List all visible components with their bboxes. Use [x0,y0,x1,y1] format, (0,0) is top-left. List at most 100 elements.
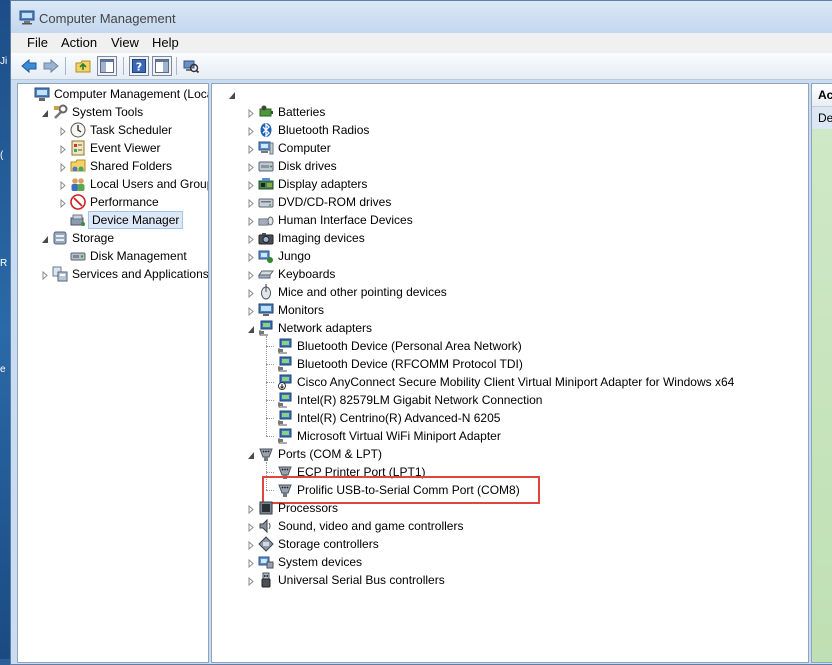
console-tree-item[interactable]: Computer Management (Local [18,85,208,103]
device-tree-item-label: Batteries [278,105,326,119]
console-tree-item[interactable]: Local Users and Groups [18,175,208,193]
device-tree-item[interactable]: Monitors [212,301,808,319]
actions-row-label: De [818,111,832,125]
console-tree-item-label: Event Viewer [90,141,161,155]
expand-arrow-icon[interactable] [247,539,255,551]
help-button[interactable]: ? [129,56,149,76]
console-tree-item[interactable]: Services and Applications [18,265,208,283]
collapse-arrow-icon[interactable] [228,89,236,99]
menu-action[interactable]: Action [59,35,99,50]
expand-arrow-icon[interactable] [59,197,67,209]
device-tree-item[interactable]: Universal Serial Bus controllers [212,571,808,589]
device-tree-item[interactable]: Intel(R) 82579LM Gigabit Network Connect… [212,391,808,409]
menu-view[interactable]: View [109,35,141,50]
collapse-arrow-icon[interactable] [247,449,255,459]
console-tree-item[interactable]: Task Scheduler [18,121,208,139]
console-tree-item[interactable]: Disk Management [18,247,208,265]
device-tree-item[interactable]: Cisco AnyConnect Secure Mobility Client … [212,373,808,391]
device-tree-item-label: Cisco AnyConnect Secure Mobility Client … [297,375,735,389]
device-tree-item[interactable]: Jungo [212,247,808,265]
expand-arrow-icon[interactable] [247,521,255,533]
show-hide-action-pane-button[interactable] [152,56,172,76]
up-one-level-button[interactable] [73,56,93,76]
scan-for-hardware-changes-button[interactable] [181,56,201,76]
expand-arrow-icon[interactable] [247,197,255,209]
expand-arrow-icon[interactable] [247,269,255,281]
console-tree-item[interactable]: System Tools [18,103,208,121]
expand-arrow-icon[interactable] [247,287,255,299]
expand-arrow-icon[interactable] [59,143,67,155]
console-tree-pane[interactable]: Computer Management (Local System Tools Ta… [17,83,209,663]
device-tree-item[interactable]: Sound, video and game controllers [212,517,808,535]
expand-arrow-icon[interactable] [59,161,67,173]
device-tree-item[interactable]: Disk drives [212,157,808,175]
expand-arrow-icon[interactable] [247,575,255,587]
device-tree-item[interactable]: Mice and other pointing devices [212,283,808,301]
show-hide-action-pane-icon [155,59,169,73]
device-tree-pane[interactable]: Batteries Bluetooth Radios Computer Disk dr… [211,83,809,663]
device-tree-item-label: Microsoft Virtual WiFi Miniport Adapter [297,429,501,443]
device-tree-item[interactable]: Batteries [212,103,808,121]
camera-icon [258,230,274,246]
actions-title: Acti [818,88,832,102]
back-button[interactable] [19,56,39,76]
console-tree-item[interactable]: Event Viewer [18,139,208,157]
device-tree-item[interactable]: Intel(R) Centrino(R) Advanced-N 6205 [212,409,808,427]
expand-arrow-icon[interactable] [247,143,255,155]
expand-arrow-icon[interactable] [59,125,67,137]
device-tree-item[interactable]: Imaging devices [212,229,808,247]
expand-arrow-icon[interactable] [247,251,255,263]
console-tree-item[interactable]: Performance [18,193,208,211]
collapse-arrow-icon[interactable] [41,233,49,243]
device-tree-item[interactable]: Human Interface Devices [212,211,808,229]
device-tree-item[interactable]: Processors [212,499,808,517]
expand-arrow-icon[interactable] [247,233,255,245]
device-tree-item[interactable]: Ports (COM & LPT) [212,445,808,463]
console-tree-item[interactable]: Shared Folders [18,157,208,175]
device-tree-item-label: Jungo [278,249,311,263]
system-device-icon [258,554,274,570]
device-tree-item[interactable]: Bluetooth Radios [212,121,808,139]
console-tree-item-label: Computer Management (Local [54,87,209,101]
expand-arrow-icon[interactable] [247,215,255,227]
device-tree-item-label: DVD/CD-ROM drives [278,195,392,209]
expand-arrow-icon[interactable] [247,107,255,119]
dvd-drive-icon [258,194,274,210]
menu-file[interactable]: File [25,35,50,50]
bluetooth-icon [258,122,274,138]
usb-icon [258,572,274,588]
expand-arrow-icon[interactable] [41,269,49,281]
device-tree-item[interactable]: System devices [212,553,808,571]
device-tree-item-label: Bluetooth Radios [278,123,370,137]
console-tree-item-label: Storage [72,231,115,245]
device-tree-item[interactable]: Computer [212,139,808,157]
clock-icon [70,122,86,138]
console-tree-item[interactable]: Storage [18,229,208,247]
expand-arrow-icon[interactable] [247,125,255,137]
expand-arrow-icon[interactable] [247,557,255,569]
device-tree-item[interactable]: Keyboards [212,265,808,283]
device-tree-item[interactable]: Microsoft Virtual WiFi Miniport Adapter [212,427,808,445]
disk-drive-icon [258,158,274,174]
device-tree-item[interactable]: DVD/CD-ROM drives [212,193,808,211]
menu-help[interactable]: Help [150,35,181,50]
device-tree-item[interactable]: Storage controllers [212,535,808,553]
collapse-arrow-icon[interactable] [41,107,49,117]
collapse-arrow-icon[interactable] [247,323,255,333]
forward-button[interactable] [41,56,61,76]
expand-arrow-icon[interactable] [247,305,255,317]
expand-arrow-icon[interactable] [247,503,255,515]
title-bar[interactable]: Computer Management [11,1,832,33]
show-hide-console-tree-button[interactable] [97,56,117,76]
console-tree-item-label: System Tools [72,105,144,119]
console-tree-item[interactable]: Device Manager [18,211,208,229]
device-tree-item[interactable] [212,85,808,103]
device-tree-item[interactable]: Display adapters [212,175,808,193]
expand-arrow-icon[interactable] [247,161,255,173]
device-tree-item[interactable]: Network adapters [212,319,808,337]
expand-arrow-icon[interactable] [59,179,67,191]
device-tree-item[interactable]: Bluetooth Device (RFCOMM Protocol TDI) [212,355,808,373]
expand-arrow-icon[interactable] [247,179,255,191]
device-tree-item[interactable]: Bluetooth Device (Personal Area Network) [212,337,808,355]
actions-device-manager-row[interactable]: De [812,107,832,129]
